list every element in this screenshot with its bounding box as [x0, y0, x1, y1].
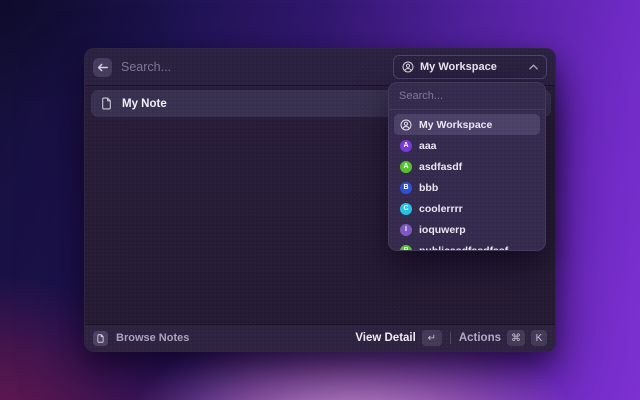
document-icon [100, 97, 113, 110]
workspace-item-coolerrrr[interactable]: C coolerrrr [394, 198, 540, 219]
workspace-item-label: aaa [419, 140, 437, 152]
return-keycap[interactable]: ↵ [422, 330, 442, 346]
window-header: Search... My Workspace [85, 49, 555, 86]
workspace-avatar: A [400, 161, 412, 173]
notes-app-icon [93, 331, 108, 346]
workspace-item-aaa[interactable]: A aaa [394, 135, 540, 156]
workspace-item-ioquwerp[interactable]: I ioquwerp [394, 219, 540, 240]
workspace-selector-button[interactable]: My Workspace [393, 55, 547, 79]
footer-actions: View Detail ↵ Actions ⌘ K [355, 330, 547, 346]
person-circle-icon [402, 61, 414, 73]
browse-notes-label: Browse Notes [116, 332, 189, 344]
workspace-search-input[interactable]: Search... [389, 83, 545, 110]
footer-divider [450, 332, 451, 344]
person-circle-icon [400, 119, 412, 131]
workspace-avatar: I [400, 224, 412, 236]
back-button[interactable] [93, 58, 112, 77]
workspace-list: My Workspace A aaa A asdfasdf B bbb C co… [389, 110, 545, 251]
workspace-avatar: A [400, 140, 412, 152]
workspace-item-publicasdfasdfasf[interactable]: P publicasdfasdfasf [394, 240, 540, 251]
search-input[interactable]: Search... [121, 60, 171, 74]
workspace-item-label: publicasdfasdfasf [419, 245, 508, 252]
workspace-avatar: B [400, 182, 412, 194]
command-keycap[interactable]: ⌘ [507, 330, 525, 346]
workspace-item-asdfasdf[interactable]: A asdfasdf [394, 156, 540, 177]
workspace-dropdown-panel: Search... My Workspace A aaa A asdfasdf … [388, 82, 546, 251]
workspace-item-label: bbb [419, 182, 438, 194]
chevron-up-icon [529, 64, 538, 70]
workspace-item-my-workspace[interactable]: My Workspace [394, 114, 540, 135]
arrow-left-icon [97, 63, 108, 72]
view-detail-button[interactable]: View Detail [355, 332, 416, 344]
workspace-selector-label: My Workspace [420, 61, 497, 73]
workspace-avatar: C [400, 203, 412, 215]
workspace-item-bbb[interactable]: B bbb [394, 177, 540, 198]
k-keycap[interactable]: K [531, 330, 547, 346]
actions-button[interactable]: Actions [459, 332, 501, 344]
workspace-item-label: My Workspace [419, 119, 492, 131]
window-footer: Browse Notes View Detail ↵ Actions ⌘ K [85, 324, 555, 351]
workspace-item-label: coolerrrr [419, 203, 463, 215]
desktop-wallpaper: Search... My Workspace My Note [0, 0, 640, 400]
workspace-avatar: P [400, 245, 412, 252]
workspace-item-label: asdfasdf [419, 161, 462, 173]
list-item-label: My Note [122, 98, 167, 110]
workspace-item-label: ioquwerp [419, 224, 466, 236]
